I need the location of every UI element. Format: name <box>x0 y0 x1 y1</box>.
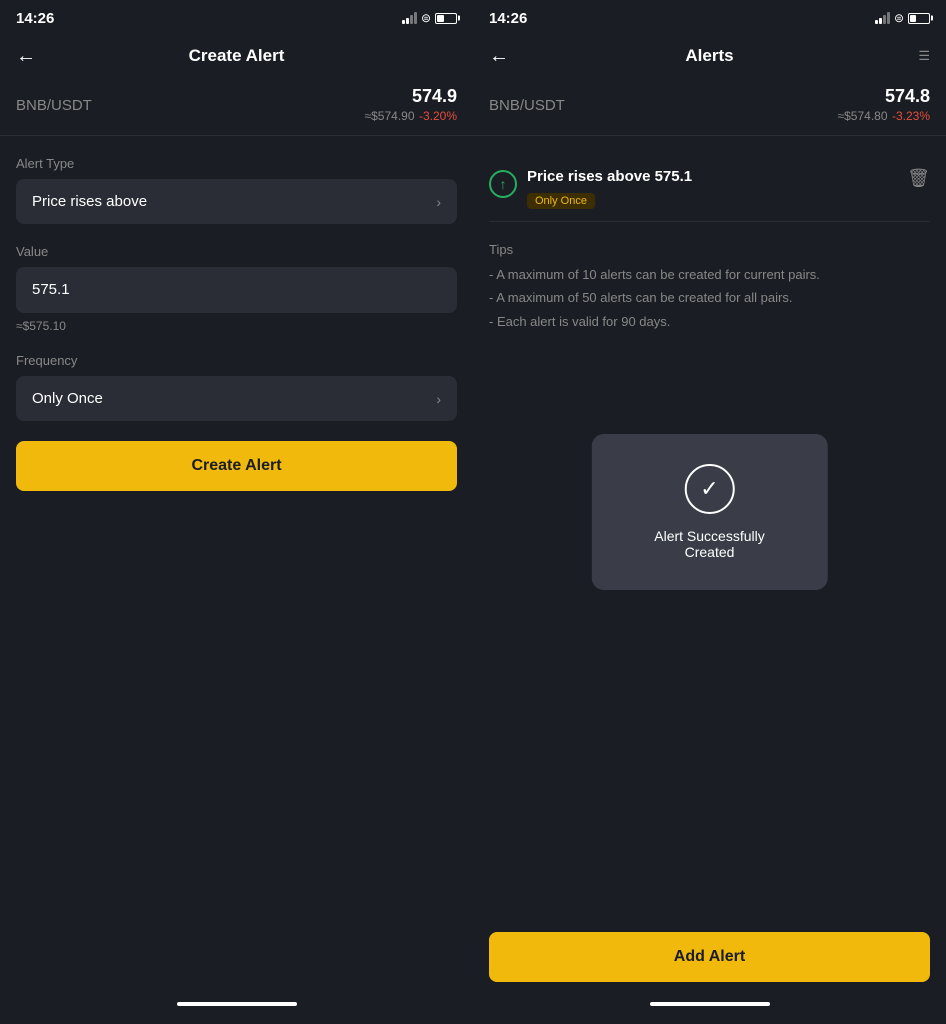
left-page-title: Create Alert <box>189 46 285 66</box>
add-alert-button[interactable]: Add Alert <box>489 932 930 982</box>
alert-type-value: Price rises above <box>32 193 147 210</box>
alert-type-label: Alert Type <box>16 156 457 171</box>
right-ticker-sub: ≈$574.80 -3.23% <box>838 107 930 125</box>
battery-icon <box>435 13 457 24</box>
tips-section: Tips - A maximum of 10 alerts can be cre… <box>489 242 930 333</box>
alert-item-info: Price rises above 575.1 Only Once <box>527 168 692 209</box>
left-ticker-price: 574.9 <box>365 86 457 107</box>
right-ticker-price: 574.8 <box>838 86 930 107</box>
frequency-chevron: › <box>436 391 441 407</box>
left-bottom-bar <box>0 1002 473 1024</box>
right-ticker: BNB/USDT 574.8 ≈$574.80 -3.23% <box>473 76 946 136</box>
left-time: 14:26 <box>16 10 54 27</box>
right-back-button[interactable]: ← <box>489 45 509 68</box>
create-alert-button[interactable]: Create Alert <box>16 441 457 491</box>
checkmark-icon: ✓ <box>700 476 718 502</box>
success-circle-icon: ✓ <box>685 464 735 514</box>
right-nav-header: ← Alerts ☰ <box>473 36 946 76</box>
left-ticker-pair: BNB/USDT <box>16 97 92 114</box>
success-message: Alert Successfully Created <box>631 528 788 560</box>
right-wifi-icon: ⊜ <box>894 11 904 25</box>
right-status-bar: 14:26 ⊜ <box>473 0 946 36</box>
right-panel: 14:26 ⊜ ← Alerts ☰ BNB/USDT 574.8 ≈$5 <box>473 0 946 1024</box>
left-status-icons: ⊜ <box>402 11 457 25</box>
only-once-badge: Only Once <box>527 193 595 209</box>
alert-list-item: ↑ Price rises above 575.1 Only Once 🗑 <box>489 156 930 222</box>
frequency-label: Frequency <box>16 353 457 368</box>
right-battery-icon <box>908 13 930 24</box>
value-input-wrapper[interactable] <box>16 267 457 313</box>
left-back-button[interactable]: ← <box>16 45 36 68</box>
tips-item-1: - A maximum of 10 alerts can be created … <box>489 263 930 286</box>
wifi-icon: ⊜ <box>421 11 431 25</box>
tips-title: Tips <box>489 242 930 257</box>
right-menu-button[interactable]: ☰ <box>918 48 930 64</box>
tips-item-2: - A maximum of 50 alerts can be created … <box>489 286 930 309</box>
right-home-indicator <box>650 1002 770 1006</box>
tips-item-3: - Each alert is valid for 90 days. <box>489 310 930 333</box>
value-label: Value <box>16 244 457 259</box>
left-ticker-sub: ≈$574.90 -3.20% <box>365 107 457 125</box>
right-status-icons: ⊜ <box>875 11 930 25</box>
frequency-value: Only Once <box>32 390 103 407</box>
right-page-title: Alerts <box>685 46 733 66</box>
right-ticker-price-area: 574.8 ≈$574.80 -3.23% <box>838 86 930 125</box>
alert-up-icon: ↑ <box>489 170 517 198</box>
right-time: 14:26 <box>489 10 527 27</box>
signal-icon <box>402 12 417 24</box>
bottom-actions: Add Alert <box>473 932 946 1024</box>
value-hint: ≈$575.10 <box>16 319 457 333</box>
right-signal-icon <box>875 12 890 24</box>
alert-type-select[interactable]: Price rises above › <box>16 179 457 224</box>
left-nav-header: ← Create Alert <box>0 36 473 76</box>
left-ticker-price-area: 574.9 ≈$574.90 -3.20% <box>365 86 457 125</box>
left-content: Alert Type Price rises above › Value ≈$5… <box>0 136 473 1002</box>
right-ticker-pair: BNB/USDT <box>489 97 565 114</box>
frequency-select[interactable]: Only Once › <box>16 376 457 421</box>
success-toast: ✓ Alert Successfully Created <box>591 434 828 590</box>
alert-item-left: ↑ Price rises above 575.1 Only Once <box>489 168 692 209</box>
left-status-bar: 14:26 ⊜ <box>0 0 473 36</box>
left-home-indicator <box>177 1002 297 1006</box>
left-ticker: BNB/USDT 574.9 ≈$574.90 -3.20% <box>0 76 473 136</box>
delete-alert-button[interactable]: 🗑 <box>907 168 930 189</box>
right-bottom-bar <box>473 1002 946 1024</box>
alert-item-title: Price rises above 575.1 <box>527 168 692 185</box>
value-input[interactable] <box>32 281 441 298</box>
alert-type-chevron: › <box>436 194 441 210</box>
left-panel: 14:26 ⊜ ← Create Alert BNB/USDT 574.9 ≈$… <box>0 0 473 1024</box>
